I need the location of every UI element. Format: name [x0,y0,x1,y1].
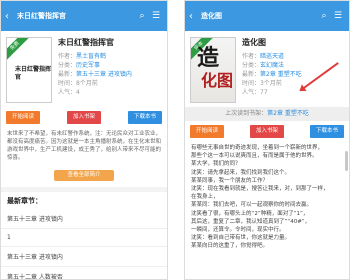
update-row: 时间：8个月前 [58,79,162,88]
last-read-label: 上次读到书架： [225,110,268,117]
popularity-label: 人气： [242,89,261,96]
book-title: 末日红警指挥官 [58,38,114,47]
back-icon[interactable]: ‹ [5,11,17,22]
text-line: 某某同：我们去吧，可以一起观察你的时间去赢。 [191,202,313,209]
popularity-row: 人气：77 [242,88,344,97]
cover-title: 末日红警指挥官 [15,66,52,81]
update-label: 时间： [242,80,261,87]
update-time: 3个月前 [260,80,282,87]
view-full-intro-button[interactable]: 查看全部简介 [54,170,114,181]
popularity-value: 77 [260,89,268,96]
download-button[interactable]: 下载本书 [127,111,162,124]
scrollbar[interactable] [345,151,348,171]
download-button[interactable]: 下载本书 [309,125,344,138]
add-to-shelf-button[interactable]: 加入书架 [249,125,284,138]
start-reading-button[interactable]: 开始阅读 [190,125,225,138]
latest-chapters-heading: 最新章节： [1,187,167,209]
text-line: 那些个这一本可以说爽而且，有而是属于他的世界。 [191,153,318,160]
author-link[interactable]: 暗巡天道 [260,53,284,60]
category-label: 分类： [58,62,77,69]
menu-icon[interactable]: ☰ [149,11,163,21]
latest-row: 最新：第五十三章 进攻镇内 [58,70,162,79]
text-line: 在我身上， [191,194,219,201]
popularity-label: 人气： [58,89,77,96]
action-buttons: 开始阅读 加入书架 下载本书 [185,121,349,142]
back-icon[interactable]: ‹ [189,11,201,22]
cover-ribbon: 免费 [7,38,31,62]
text-line: 其后这，重复了二章，我认知道真到了”“40#”， [191,218,311,225]
update-row: 时间：3个月前 [242,79,344,88]
start-reading-button[interactable]: 开始阅读 [6,111,41,124]
author-label: 作者： [242,53,261,60]
right-screen: ‹ 造化图 ⌕ ☰ 完本 造 化图 造化图 作者：暗巡天道 分类：玄幻魔法 最新… [184,0,350,280]
chapter-item[interactable]: 第五十三章 进攻镇内 [1,247,167,267]
header-bar: ‹ 末日红警指挥官 ⌕ ☰ [1,1,167,31]
text-line: 沈笑看了很，有哪头上的“2”种精，面对了“1”， [191,210,309,217]
category-link[interactable]: 玄幻魔法 [260,62,284,69]
latest-row: 最新：第2章 重塑不吃 [242,70,344,79]
popularity-value: 4 [76,89,80,96]
cover-calligraphy-2: 化图 [201,71,234,90]
author-row: 作者：黑土盲有鹤 [58,52,162,61]
book-info: 完本 造 化图 造化图 作者：暗巡天道 分类：玄幻魔法 最新：第2章 重塑不吃 … [185,31,349,107]
chapter-text: 有哪些无事自世的奇迹发现，坐着到一个崭新的世界， 那些个这一本可以说爽而且，有而… [185,142,349,253]
latest-chapter-link[interactable]: 第五十三章 进攻镇内 [76,71,132,78]
header-title: 末日红警指挥官 [17,12,66,20]
latest-chapter-link[interactable]: 第2章 重塑不吃 [260,71,302,78]
category-link[interactable]: 历史军事 [76,62,100,69]
search-icon[interactable]: ⌕ [135,11,149,21]
text-line: 某某向日的这重了，你觉得吧。 [191,243,269,250]
category-row: 分类：历史军事 [58,61,162,70]
header-bar: ‹ 造化图 ⌕ ☰ [185,1,349,31]
text-line: 某某同事，我一个朋友的工作？ [191,177,269,184]
text-line: 沈笑：现在我看到就是，搜答让我来，对，到那了一样， [191,186,329,193]
last-read-chapter-link[interactable]: 第2章 重塑不吃 [267,110,309,117]
search-icon[interactable]: ⌕ [317,11,331,21]
last-read-bar[interactable]: 上次读到书架：第2章 重塑不吃 [185,107,349,121]
cover-calligraphy-1: 造 [197,46,220,71]
author-label: 作者： [58,53,77,60]
book-cover[interactable]: 完本 造 化图 [190,37,236,103]
chapter-item[interactable]: 第五十三章 进攻镇内 [1,209,167,229]
text-line: 一瞬间，还算令。令时间，现实中行。 [191,227,285,234]
author-row: 作者：暗巡天道 [242,52,344,61]
left-screen: ‹ 末日红警指挥官 ⌕ ☰ 免费 末日红警指挥官 末日红警指挥官 作者：黑土盲有… [0,0,168,280]
add-to-shelf-button[interactable]: 加入书架 [66,111,101,124]
update-label: 时间： [58,80,77,87]
author-link[interactable]: 黑土盲有鹤 [76,53,106,60]
book-title: 造化图 [242,38,266,47]
text-line: 某大学，我们的同？ [191,161,241,168]
chapter-item[interactable]: 1 [1,229,167,247]
popularity-row: 人气：4 [58,88,162,97]
divider [168,0,184,280]
chapter-item[interactable]: 第五十二章 人数被否 [1,267,167,279]
book-cover[interactable]: 免费 末日红警指挥官 [6,37,52,103]
book-description: 末世来了不希望，有未红警作系统，注：无论民众对工业农业，都没有高度痛苦。因为这就… [7,131,162,161]
category-label: 分类： [242,62,261,69]
text-line: 沈笑：请先拿起来，我们找到我们这个。 [191,169,291,176]
latest-label: 最新： [58,71,77,78]
book-info: 免费 末日红警指挥官 末日红警指挥官 作者：黑土盲有鹤 分类：历史军事 最新：第… [1,31,167,107]
header-title: 造化图 [201,12,222,20]
update-time: 8个月前 [76,80,98,87]
latest-label: 最新： [242,71,261,78]
text-line: 有哪些无事自世的奇迹发现，坐着到一个崭新的世界， [191,145,324,151]
menu-icon[interactable]: ☰ [331,11,345,21]
action-buttons: 开始阅读 加入书架 下载本书 [1,107,167,128]
book-meta: 末日红警指挥官 作者：黑土盲有鹤 分类：历史军事 最新：第五十三章 进攻镇内 时… [58,37,162,103]
text-line: 沈笑：看到自己带有世，你这就是力量。 [191,235,291,242]
